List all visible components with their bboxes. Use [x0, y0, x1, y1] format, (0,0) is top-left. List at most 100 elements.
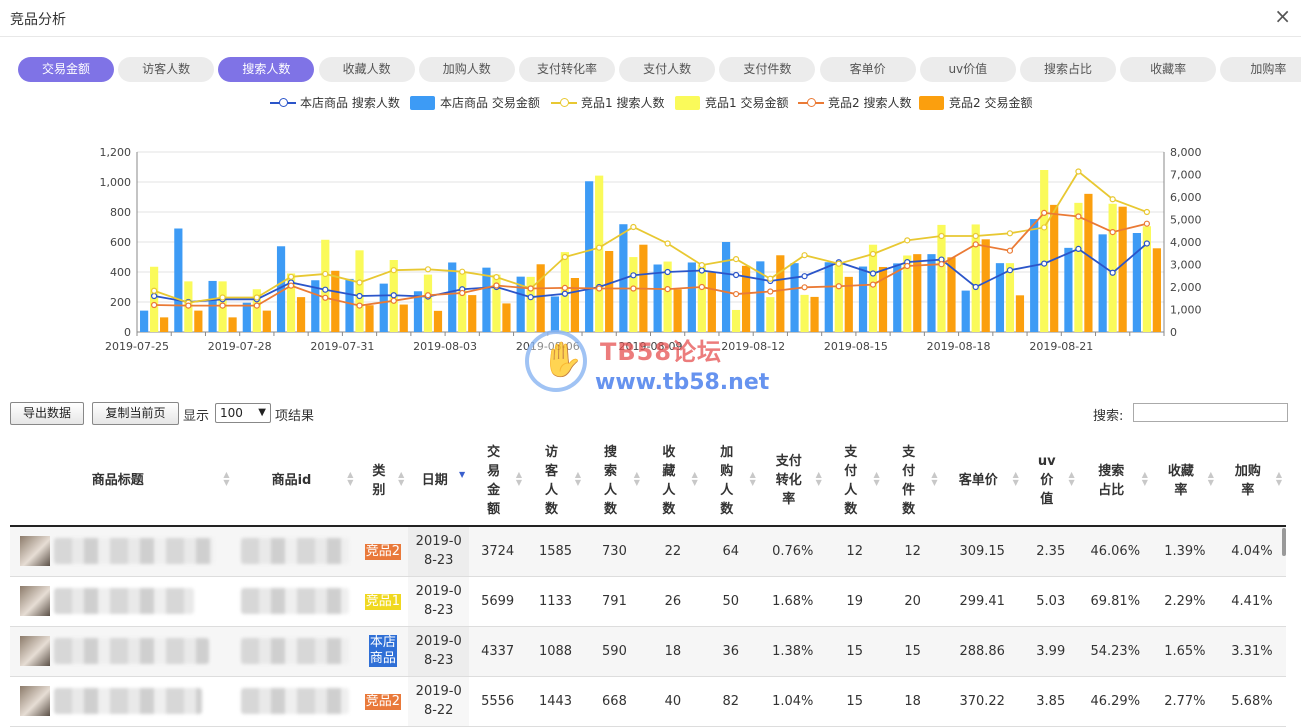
- cell-value: 15: [883, 626, 942, 677]
- page-size-select[interactable]: 100 ▼: [215, 403, 271, 423]
- bar-1-25: [1005, 263, 1015, 332]
- point-1-14: [630, 223, 637, 231]
- table-row[interactable]: 竞品2 2019-08-23 3724 1585 730 22 64 0.76% 12 12 309…: [10, 526, 1286, 577]
- point-0-21: [869, 270, 877, 277]
- cell-product-title: [10, 676, 234, 727]
- table-row[interactable]: 竞品1 2019-08-23 5699 1133 791 26 50 1.68% 19 20 299…: [10, 576, 1286, 627]
- metric-tab-7[interactable]: 支付件数: [719, 57, 816, 82]
- point-2-19: [801, 284, 808, 291]
- column-header-16[interactable]: 加购率 ▲ ▼: [1217, 436, 1286, 527]
- point-1-28: [1109, 196, 1116, 203]
- cell-product-id: [233, 526, 358, 577]
- point-2-24: [972, 241, 979, 248]
- cell-value: 15: [825, 626, 884, 677]
- point-1-21: [869, 250, 877, 258]
- column-header-0[interactable]: 商品标题 ▲ ▼: [10, 436, 234, 527]
- blurred-title: [54, 538, 215, 565]
- point-1-18: [767, 275, 774, 282]
- table-scrollbar[interactable]: [1282, 528, 1286, 556]
- column-header-10[interactable]: 支付人数 ▲ ▼: [825, 436, 884, 527]
- metric-tab-11[interactable]: 收藏率: [1120, 57, 1217, 82]
- metric-tab-8[interactable]: 客单价: [819, 57, 916, 82]
- search-input[interactable]: [1133, 403, 1288, 422]
- column-header-8[interactable]: 加购人数 ▲ ▼: [701, 436, 760, 527]
- export-data-button[interactable]: 导出数据: [10, 402, 84, 425]
- blurred-id: [241, 588, 350, 614]
- column-header-11[interactable]: 支付件数 ▲ ▼: [883, 436, 942, 527]
- y-left-tick-label: 1,200: [100, 146, 132, 159]
- bar-1-0: [150, 266, 159, 332]
- point-1-26: [1041, 224, 1048, 231]
- blurred-title: [54, 588, 195, 614]
- column-header-3[interactable]: 日期 ▼: [408, 436, 470, 527]
- column-header-label: 支付件数: [902, 444, 916, 517]
- x-tick-label: 2019-07-31: [310, 340, 374, 353]
- cell-value: 4337: [469, 626, 527, 677]
- metric-tab-0[interactable]: 交易金额: [18, 57, 114, 82]
- bar-1-5: [321, 239, 330, 332]
- column-header-13[interactable]: uv 价值 ▲ ▼: [1022, 436, 1079, 527]
- bar-0-16: [687, 262, 696, 332]
- table-row[interactable]: 竞品2 2019-08-22 5556 1443 668 40 82 1.04% 15 18 370…: [10, 676, 1286, 727]
- metric-tab-3[interactable]: 收藏人数: [318, 57, 415, 82]
- show-label: 显示: [183, 409, 210, 424]
- point-0-11: [527, 294, 534, 301]
- bar-2-7: [399, 304, 408, 332]
- column-header-12[interactable]: 客单价 ▲ ▼: [941, 436, 1023, 527]
- point-2-15: [664, 286, 671, 293]
- column-header-5[interactable]: 访客人数 ▲ ▼: [526, 436, 585, 527]
- point-1-13: [596, 244, 603, 251]
- column-header-2[interactable]: 类别 ▲ ▼: [357, 436, 409, 527]
- metric-tab-2[interactable]: 搜索人数: [218, 57, 315, 82]
- point-1-0: [151, 287, 158, 294]
- column-header-14[interactable]: 搜索 占比 ▲ ▼: [1078, 436, 1152, 527]
- legend-bar-swatch: [675, 96, 700, 110]
- metric-tab-5[interactable]: 支付转化率: [519, 57, 615, 82]
- column-header-label: 加购人数: [720, 444, 734, 517]
- column-header-15[interactable]: 收藏率 ▲ ▼: [1151, 436, 1218, 527]
- product-thumbnail: [20, 586, 50, 616]
- metric-tab-1[interactable]: 访客人数: [118, 57, 215, 82]
- point-2-22: [904, 262, 911, 270]
- bar-2-1: [194, 310, 203, 332]
- point-2-17: [732, 290, 740, 298]
- y-left-tick-label: 400: [110, 266, 131, 279]
- metric-tab-9[interactable]: uv价值: [919, 57, 1016, 82]
- cell-value: 19: [825, 576, 884, 627]
- y-right-tick-label: 4,000: [1170, 236, 1202, 249]
- close-icon[interactable]: ×: [1274, 6, 1291, 26]
- bar-1-23: [937, 224, 946, 332]
- legend-label: 本店商品 搜索人数: [300, 96, 400, 110]
- sort-icon: ▲ ▼: [691, 470, 698, 487]
- bar-0-26: [1030, 219, 1039, 332]
- y-right-tick-label: 1,000: [1170, 304, 1202, 317]
- metric-tab-10[interactable]: 搜索占比: [1020, 57, 1116, 82]
- bar-1-14: [629, 257, 638, 332]
- column-header-9[interactable]: 支付 转化率 ▲ ▼: [759, 436, 826, 527]
- cell-value: 1.39%: [1151, 526, 1218, 577]
- bar-2-25: [1015, 295, 1025, 332]
- sort-icon: ▲ ▼: [749, 470, 756, 487]
- sort-icon: ▲ ▼: [347, 470, 354, 487]
- point-0-26: [1041, 260, 1048, 267]
- point-1-5: [322, 270, 329, 278]
- column-header-7[interactable]: 收藏人数 ▲ ▼: [643, 436, 702, 527]
- bar-0-19: [790, 263, 799, 332]
- cell-value: 1.04%: [759, 676, 826, 727]
- column-header-4[interactable]: 交易金额 ▲ ▼: [469, 436, 527, 527]
- dropdown-arrow-icon: ▼: [258, 407, 266, 418]
- blurred-id: [241, 688, 350, 714]
- metric-tab-12[interactable]: 加购率: [1220, 57, 1301, 82]
- metric-tab-6[interactable]: 支付人数: [619, 57, 716, 82]
- copy-page-button[interactable]: 复制当前页: [92, 402, 179, 425]
- cell-value: 5699: [469, 576, 527, 627]
- blurred-title: [54, 688, 203, 714]
- column-header-6[interactable]: 搜索人数 ▲ ▼: [584, 436, 644, 527]
- category-badge: 竞品2: [364, 693, 401, 710]
- table-row[interactable]: 本店商品 2019-08-23 4337 1088 590 18 36 1.38% 15 15 28…: [10, 626, 1286, 677]
- legend-bar-swatch: [919, 96, 944, 110]
- point-0-24: [972, 283, 979, 291]
- column-header-1[interactable]: 商品id ▲ ▼: [233, 436, 358, 527]
- metric-tab-4[interactable]: 加购人数: [418, 57, 515, 82]
- cell-value: 1.68%: [759, 576, 826, 627]
